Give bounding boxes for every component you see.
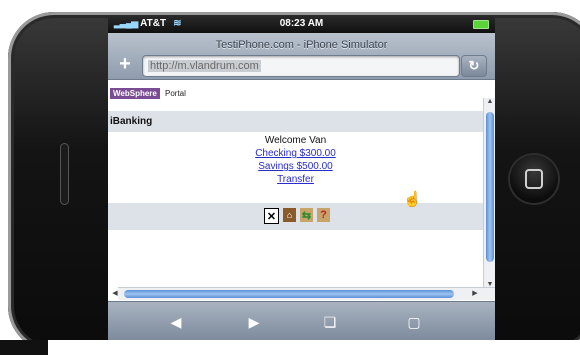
bookmarks-icon[interactable]: ❏ [320, 312, 340, 332]
close-icon[interactable]: ✕ [264, 208, 279, 224]
web-content: WebSphere Portal iBanking Welcome Van Ch… [108, 80, 483, 286]
url-field[interactable]: http://m.vlandrum.com [142, 55, 460, 77]
forward-icon[interactable]: ▶ [244, 312, 264, 332]
welcome-text: Welcome Van [264, 135, 327, 146]
browser-titlebar: TestiPhone.com - iPhone Simulator + http… [108, 33, 495, 80]
home-icon[interactable]: ⌂ [283, 208, 296, 222]
clock: 08:23 AM [279, 18, 324, 29]
checking-link[interactable]: Checking $300.00 [108, 147, 483, 160]
portal-header: WebSphere Portal [108, 80, 483, 111]
scroll-up-icon[interactable]: ▲ [484, 98, 495, 108]
reload-button[interactable]: ↻ [461, 55, 487, 77]
scroll-right-icon[interactable]: ▶ [470, 288, 480, 300]
section-title: iBanking [108, 111, 483, 132]
bottom-edge [0, 340, 580, 355]
back-icon[interactable]: ◀ [166, 312, 186, 332]
portal-label: Portal [165, 89, 186, 98]
savings-link[interactable]: Savings $500.00 [108, 160, 483, 173]
browser-toolbar: ◀ ▶ ❏ ▢ [108, 301, 495, 340]
battery-icon [473, 20, 489, 29]
transfer-link[interactable]: Transfer [108, 173, 483, 186]
iphone-screen: ▂▃▄▅ AT&T ≋ 08:23 AM TestiPhone.com - iP… [108, 15, 495, 340]
page-title: TestiPhone.com - iPhone Simulator [215, 39, 388, 51]
switch-icon[interactable]: ⇆ [300, 208, 313, 222]
vertical-scrollbar[interactable]: ▲ ▼ [483, 98, 495, 291]
speaker-slot [60, 143, 69, 205]
url-text: http://m.vlandrum.com [148, 60, 261, 72]
status-bar: ▂▃▄▅ AT&T ≋ 08:23 AM [108, 15, 495, 33]
horizontal-scrollbar[interactable]: ◀ ▶ [112, 287, 495, 300]
horizontal-scroll-thumb[interactable] [124, 290, 454, 298]
add-bookmark-icon[interactable]: + [116, 54, 134, 74]
home-button[interactable] [510, 155, 558, 203]
scroll-left-icon[interactable]: ◀ [110, 288, 120, 300]
pages-icon[interactable]: ▢ [404, 312, 424, 332]
action-toolbar: ✕ ⌂ ⇆ ? [108, 203, 483, 230]
vertical-scroll-thumb[interactable] [486, 112, 494, 262]
websphere-logo: WebSphere [110, 88, 160, 99]
hand-cursor-icon: ☝ [403, 191, 422, 208]
help-icon[interactable]: ? [317, 208, 330, 222]
